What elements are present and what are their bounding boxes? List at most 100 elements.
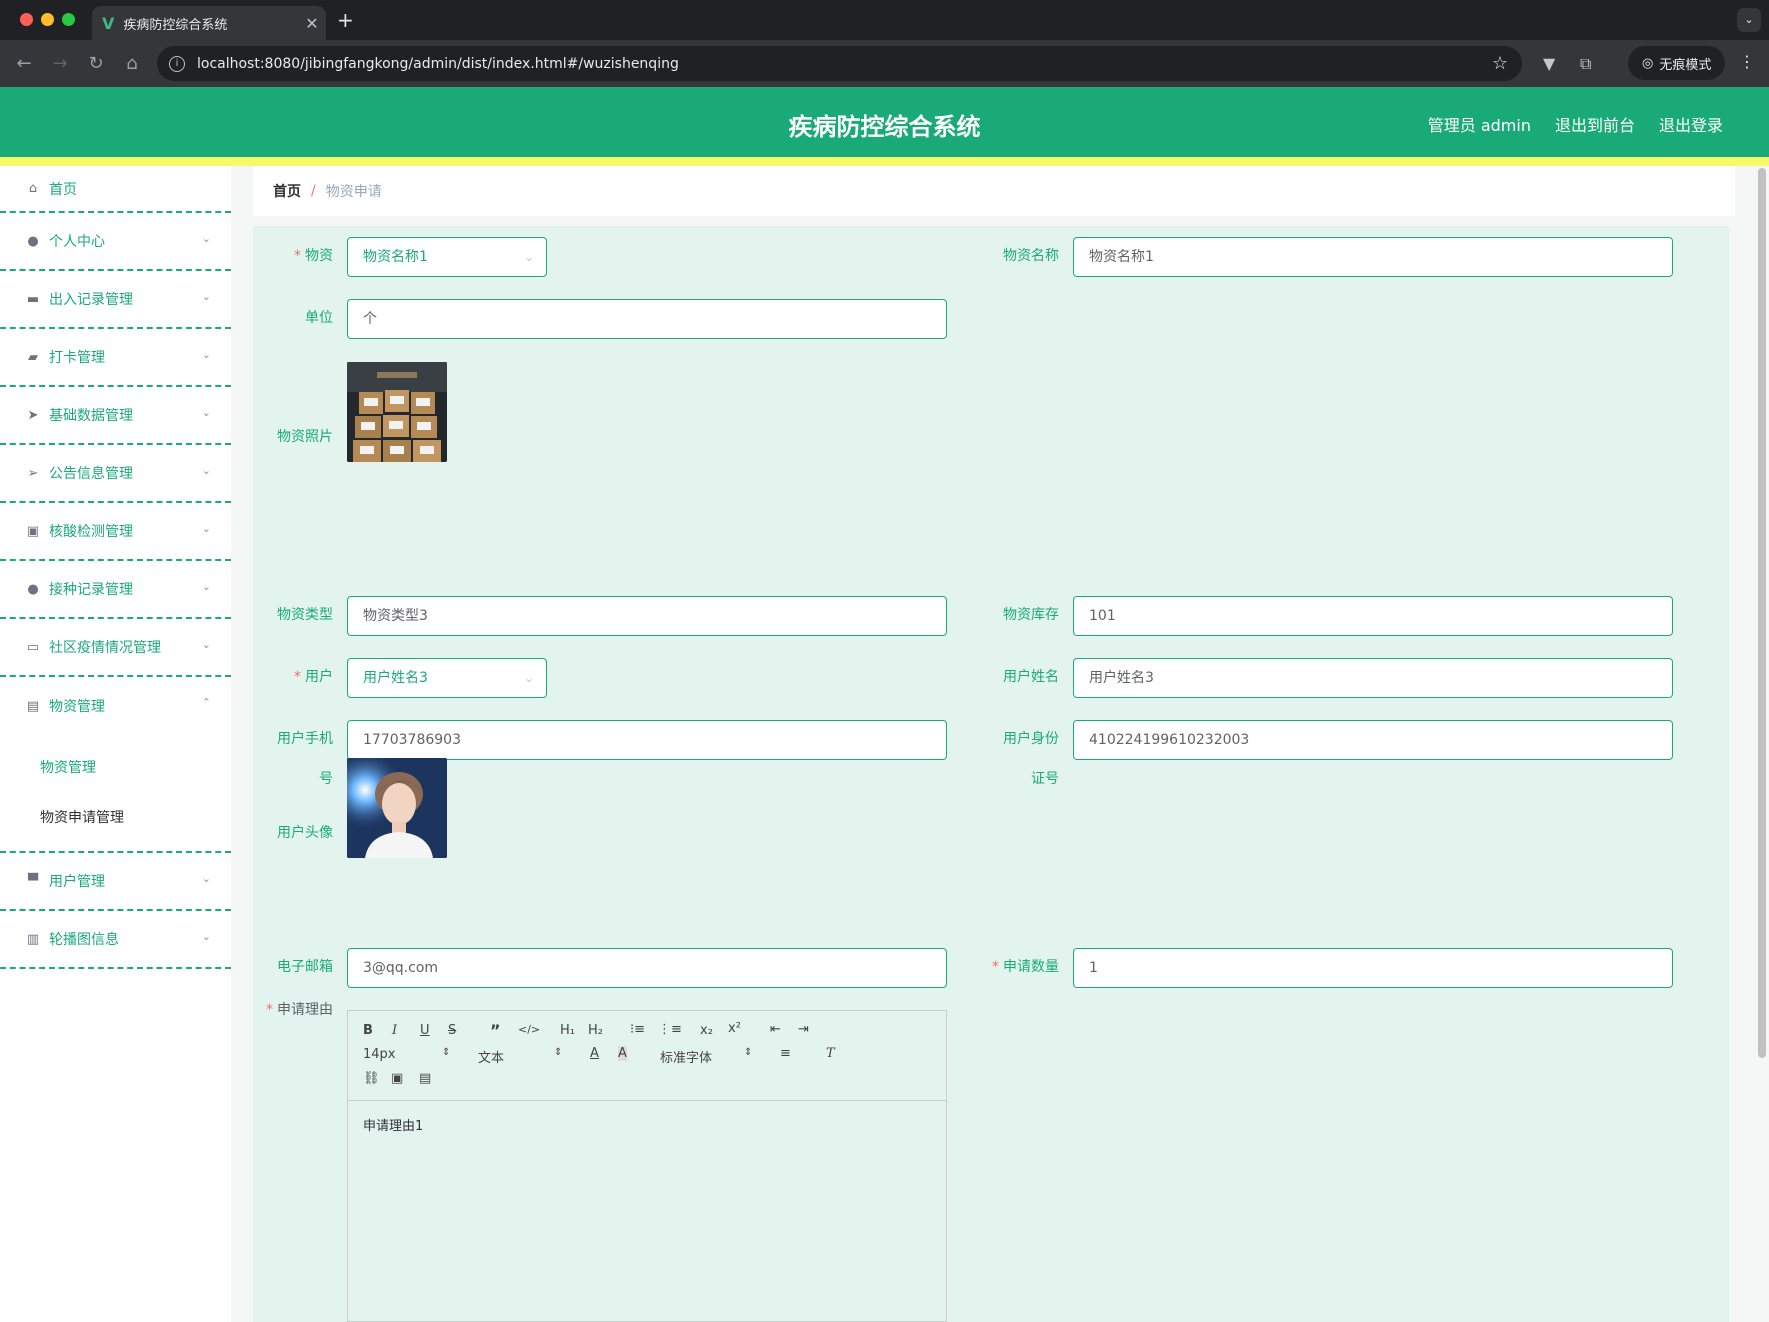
phone-field[interactable]: 17703786903 [347, 720, 947, 760]
address-bar[interactable]: i localhost:8080/jibingfangkong/admin/di… [157, 46, 1522, 81]
sidebar-item-notice[interactable]: ➢ 公告信息管理 ⌄ [0, 445, 231, 503]
sidebar-item-basic-data[interactable]: ➤ 基础数据管理 ⌄ [0, 387, 231, 445]
minimize-window-button[interactable] [41, 13, 54, 26]
font-select-arrow-icon: ⇕ [744, 1047, 753, 1058]
sidebar-item-vaccination[interactable]: ● 接种记录管理 ⌄ [0, 561, 231, 619]
video-icon[interactable]: ▤ [419, 1071, 431, 1086]
sidebar-item-carousel[interactable]: ▥ 轮播图信息 ⌄ [0, 911, 231, 969]
email-field[interactable]: 3@qq.com [347, 948, 947, 988]
sidebar-item-label: 接种记录管理 [49, 582, 133, 598]
wuzi-select-value: 物资名称1 [363, 249, 428, 265]
font-select[interactable]: 标准字体 [660, 1047, 712, 1066]
chevron-down-icon: ⌄ [201, 930, 211, 943]
idcard-field[interactable]: 410224199610232003 [1073, 720, 1673, 760]
ordered-list-icon[interactable]: ⁝≡ [630, 1022, 645, 1037]
chevron-down-icon: ⌄ [201, 580, 211, 593]
clear-format-icon[interactable]: T [826, 1046, 835, 1061]
sidebar-item-nucleic-test[interactable]: ▣ 核酸检测管理 ⌄ [0, 503, 231, 561]
breadcrumb: 首页 / 物资申请 [253, 166, 1735, 216]
incognito-label: 无痕模式 [1659, 57, 1712, 73]
header-select[interactable]: 文本 [478, 1047, 504, 1066]
bar-chart-icon: ▥ [26, 931, 40, 947]
wuzi-select[interactable]: 物资名称1 ⌄ [347, 237, 547, 277]
sidebar-item-label: 公告信息管理 [49, 466, 133, 482]
supply-photo[interactable] [347, 362, 447, 462]
info-icon[interactable]: i [169, 55, 185, 72]
sidebar-item-label: 打卡管理 [49, 350, 105, 366]
close-window-button[interactable] [20, 13, 33, 26]
sidebar-item-supplies[interactable]: ▤ 物资管理 ⌃ [0, 677, 231, 735]
type-field[interactable]: 物资类型3 [347, 596, 947, 636]
home-icon[interactable]: ⌂ [114, 53, 150, 74]
browser-tab[interactable]: V 疾病防控综合系统 ✕ [92, 6, 326, 40]
vue-devtools-icon[interactable]: ▼ [1543, 54, 1555, 73]
bold-icon[interactable]: B [363, 1023, 373, 1038]
wuzi-name-field[interactable]: 物资名称1 [1073, 237, 1673, 277]
image-icon[interactable]: ▣ [391, 1071, 403, 1086]
new-tab-icon[interactable]: + [337, 8, 354, 32]
user-name-field[interactable]: 用户姓名3 [1073, 658, 1673, 698]
star-icon[interactable]: ☆ [1492, 53, 1508, 74]
background-color-icon[interactable]: A [618, 1046, 627, 1061]
h1-icon[interactable]: H₁ [560, 1023, 575, 1038]
sidebar-item-users[interactable]: ▀ 用户管理 ⌄ [0, 853, 231, 911]
unit-field[interactable]: 个 [347, 299, 947, 339]
code-block-icon[interactable]: </> [518, 1023, 540, 1036]
sidebar-item-access-records[interactable]: ▬ 出入记录管理 ⌄ [0, 271, 231, 329]
phone-label-line1: 用户手机 [277, 731, 333, 747]
sidebar-item-home[interactable]: ⌂ 首页 [0, 166, 231, 213]
maximize-window-button[interactable] [62, 13, 75, 26]
main-content: 首页 / 物资申请 * 物资 物资名称1 ⌄ 物资名称 物资名称1 单位 个 物资… [231, 166, 1755, 1322]
extensions-icon[interactable]: ⧉ [1580, 54, 1591, 74]
breadcrumb-home[interactable]: 首页 [273, 181, 301, 201]
back-icon[interactable]: ← [6, 53, 42, 74]
sidebar-item-checkin[interactable]: ▰ 打卡管理 ⌄ [0, 329, 231, 387]
indent-icon[interactable]: ⇥ [798, 1022, 809, 1037]
align-icon[interactable]: ≡ [780, 1046, 791, 1061]
paper-plane-icon: ➤ [27, 407, 39, 423]
rich-text-editor: B I U S ” </> H₁ H₂ ⁝≡ ⋮≡ x₂ x² ⇤ ⇥ 14px… [347, 1010, 947, 1322]
italic-icon[interactable]: I [392, 1023, 397, 1038]
forward-icon[interactable]: → [42, 53, 78, 74]
incognito-badge[interactable]: ◎ 无痕模式 [1628, 46, 1726, 80]
submenu-item-supplies[interactable]: 物资管理 [0, 743, 231, 793]
link-icon[interactable]: ⛓ [363, 1071, 380, 1086]
subscript-icon[interactable]: x₂ [700, 1023, 713, 1038]
form-panel: * 物资 物资名称1 ⌄ 物资名称 物资名称1 单位 个 物资照片 物资类型 物… [253, 226, 1729, 1322]
user-select[interactable]: 用户姓名3 ⌄ [347, 658, 547, 698]
close-icon[interactable]: ✕ [298, 14, 326, 33]
chevron-up-icon: ⌃ [201, 696, 211, 709]
scrollbar[interactable] [1758, 168, 1766, 1058]
sidebar-item-personal-center[interactable]: ● 个人中心 ⌄ [0, 213, 231, 271]
stock-field[interactable]: 101 [1073, 596, 1673, 636]
strike-icon[interactable]: S [448, 1023, 456, 1038]
font-color-icon[interactable]: A [590, 1046, 599, 1061]
avatar[interactable] [347, 758, 447, 858]
superscript-icon[interactable]: x² [728, 1021, 741, 1036]
font-select-value: 标准字体 [660, 1051, 713, 1066]
size-select[interactable]: 14px [363, 1047, 396, 1062]
url-text[interactable]: localhost:8080/jibingfangkong/admin/dist… [197, 56, 1492, 72]
submenu-item-supply-requests[interactable]: 物资申请管理 [0, 793, 231, 843]
send-icon: ➢ [27, 465, 39, 481]
menu-icon[interactable]: ⋮ [1739, 52, 1755, 71]
briefcase-icon: ▣ [26, 523, 40, 539]
to-front-button[interactable]: 退出到前台 [1555, 112, 1635, 136]
outdent-icon[interactable]: ⇤ [770, 1022, 781, 1037]
editor-content[interactable]: 申请理由1 [348, 1101, 946, 1148]
window-controls [20, 13, 75, 26]
bullet-list-icon[interactable]: ⋮≡ [658, 1022, 682, 1037]
browser-tabbar: V 疾病防控综合系统 ✕ + ⌄ [0, 0, 1769, 40]
chevron-down-icon: ⌄ [201, 406, 211, 419]
sidebar-item-community[interactable]: ▭ 社区疫情情况管理 ⌄ [0, 619, 231, 677]
chevron-down-icon[interactable]: ⌄ [1737, 8, 1761, 32]
blockquote-icon[interactable]: ” [490, 1021, 501, 1040]
underline-icon[interactable]: U [420, 1023, 430, 1038]
size-select-arrow-icon: ⇕ [442, 1047, 451, 1058]
h2-icon[interactable]: H₂ [588, 1023, 603, 1038]
logout-button[interactable]: 退出登录 [1659, 112, 1723, 136]
stock-label: 物资库存 [1003, 607, 1059, 623]
qty-field[interactable]: 1 [1073, 948, 1673, 988]
sidebar-item-label: 基础数据管理 [49, 408, 133, 424]
reload-icon[interactable]: ↻ [78, 53, 114, 74]
